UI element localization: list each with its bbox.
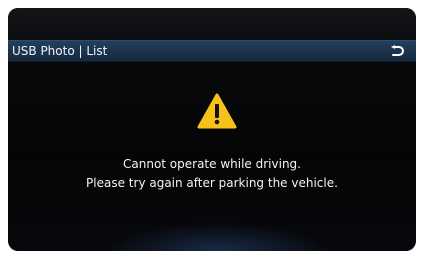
display-screen: USB Photo | List Cannot operate while dr… — [8, 8, 416, 251]
message-line-1: Cannot operate while driving. — [123, 157, 301, 171]
message-line-2: Please try again after parking the vehic… — [86, 176, 338, 190]
page-title: USB Photo | List — [12, 44, 108, 58]
warning-message: Cannot operate while driving. Please try… — [8, 155, 416, 193]
back-button[interactable] — [388, 41, 406, 61]
back-arrow-icon — [391, 45, 404, 56]
status-strip — [8, 8, 416, 42]
warning-icon — [197, 93, 237, 129]
header-bar: USB Photo | List — [8, 40, 416, 62]
device-frame: USB Photo | List Cannot operate while dr… — [0, 0, 424, 259]
